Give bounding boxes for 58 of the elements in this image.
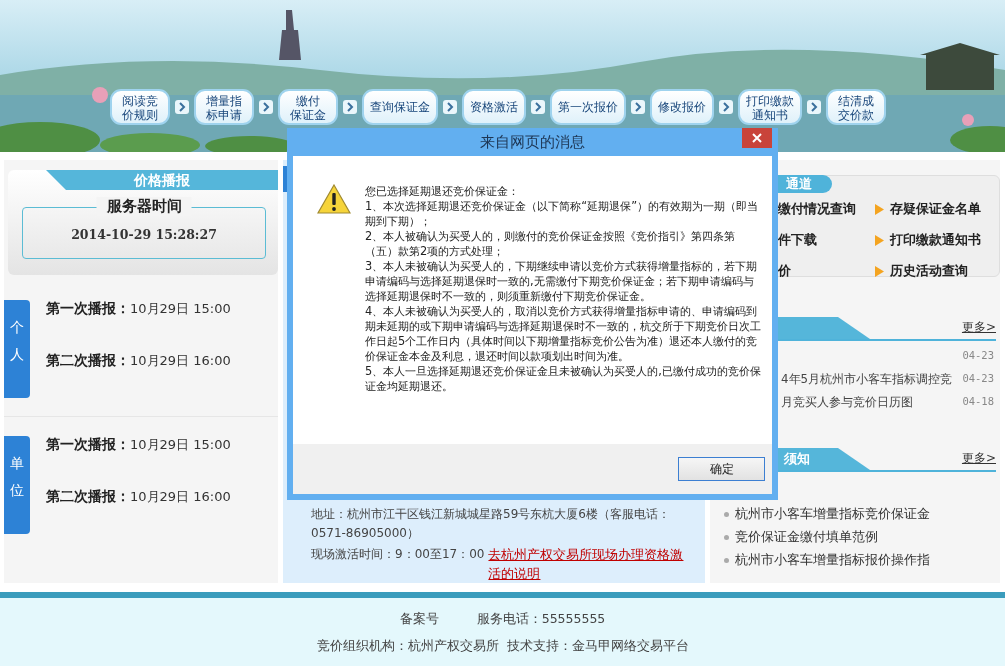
step-button[interactable]: 结清成 交价款: [826, 89, 886, 125]
bullet-icon: [724, 512, 729, 517]
activation-link[interactable]: 去杭州产权交易所现场办理资格激活的说明: [488, 545, 695, 583]
bullet-icon: [724, 535, 729, 540]
broadcast-time: 第二次播报：10月29日 16:00: [46, 488, 231, 506]
step-button[interactable]: 打印缴款 通知书: [738, 89, 802, 125]
more-link[interactable]: 更多>: [961, 319, 996, 336]
broadcast-time: 第一次播报：10月29日 15:00: [46, 300, 231, 318]
close-button[interactable]: [742, 128, 772, 148]
quick-link[interactable]: 存疑保证金名单: [875, 200, 999, 218]
dialog-title: 来自网页的消息: [480, 132, 585, 152]
server-time-label: 服务器时间: [96, 197, 192, 216]
broadcast-time: 第一次播报：10月29日 15:00: [46, 436, 231, 454]
step-button[interactable]: 资格激活: [462, 89, 526, 125]
warning-icon: [317, 184, 351, 214]
quick-link[interactable]: 历史活动查询: [875, 262, 999, 280]
panel-title: 价格播报: [46, 170, 278, 190]
chevron-icon: [443, 100, 457, 114]
news-date: 04-23: [962, 349, 995, 363]
step-button[interactable]: 第一次报价: [550, 89, 626, 125]
server-time: 2014-10-29 15:28:27: [71, 227, 217, 242]
news-link[interactable]: 月竞买人参与竞价日历图: [781, 395, 913, 412]
quick-link[interactable]: 打印缴款通知书: [875, 231, 999, 249]
chevron-icon: [175, 100, 189, 114]
footer-text: 服务电话：55555555: [476, 611, 606, 628]
activation-time: 现场激活时间：9：00至17：00: [311, 546, 485, 563]
quick-link[interactable]: 缴付情况查询: [778, 200, 875, 218]
address-text: 地址：杭州市江干区钱江新城城星路59号东杭大厦6楼（客服电话：0571-86905000）: [311, 506, 671, 542]
news-link[interactable]: 4年5月杭州市小客车指标调控竞: [781, 372, 952, 389]
close-icon: [752, 133, 762, 143]
step-button[interactable]: 缴付 保证金: [278, 89, 338, 125]
triangle-icon: [875, 234, 884, 246]
step-button[interactable]: 增量指 标申请: [194, 89, 254, 125]
chevron-icon: [259, 100, 273, 114]
broadcast-time: 第二次播报：10月29日 16:00: [46, 352, 231, 370]
footer-text: 备案号: [399, 611, 439, 628]
step-button[interactable]: 修改报价: [650, 89, 714, 125]
chevron-icon: [719, 100, 733, 114]
step-button[interactable]: 查询保证金: [362, 89, 438, 125]
notice-link[interactable]: 竞价保证金缴付填单范例: [735, 529, 878, 546]
bullet-icon: [724, 558, 729, 563]
news-date: 04-23: [962, 372, 995, 386]
chevron-icon: [631, 100, 645, 114]
step-button[interactable]: 阅读竞 价规则: [110, 89, 170, 125]
more-link[interactable]: 更多>: [961, 450, 996, 467]
ok-button[interactable]: 确定: [678, 457, 765, 481]
quick-link[interactable]: 件下载: [778, 231, 875, 249]
chevron-icon: [807, 100, 821, 114]
chevron-icon: [343, 100, 357, 114]
triangle-icon: [875, 265, 884, 277]
triangle-icon: [875, 203, 884, 215]
chevron-icon: [531, 100, 545, 114]
notice-link[interactable]: 杭州市小客车增量指标竞价保证金: [735, 506, 930, 523]
footer-text: 竞价组织机构：杭州产权交易所: [316, 638, 499, 655]
footer-text: 技术支持：金马甲网络交易平台: [506, 638, 689, 655]
quick-link[interactable]: 价: [778, 262, 875, 280]
news-date: 04-18: [962, 395, 995, 409]
notice-link[interactable]: 杭州市小客车增量指标报价操作指: [735, 552, 930, 569]
